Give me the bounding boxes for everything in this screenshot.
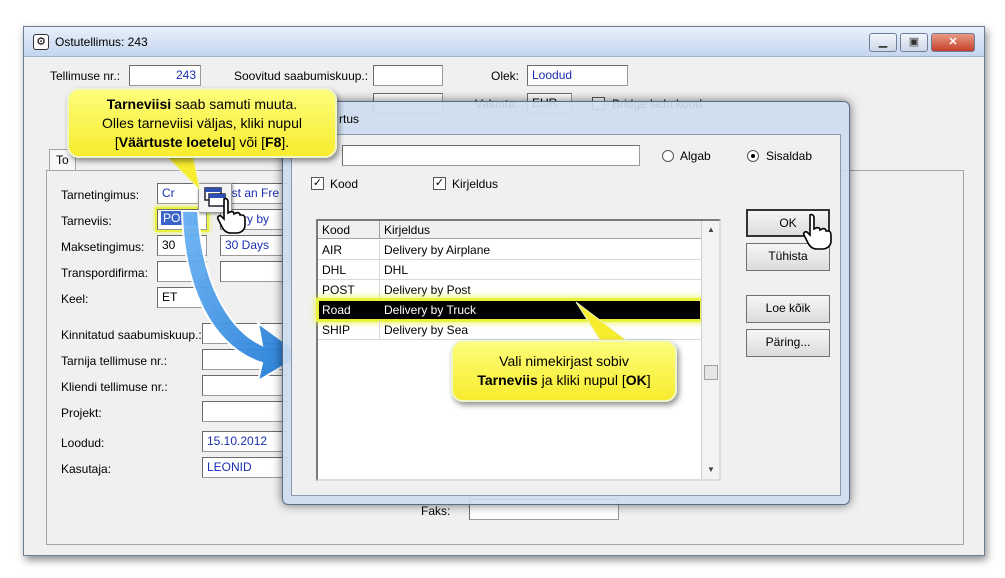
row-code: DHL <box>322 263 347 277</box>
fax-label: Faks: <box>421 504 451 518</box>
title-bar: ⚙ Ostutellimus: 243 ▁ ▣ ✕ <box>24 27 984 57</box>
radio-starts-label: Algab <box>680 149 711 163</box>
delivery-terms-label: Tarnetingimus: <box>61 188 140 202</box>
created-label: Loodud: <box>61 436 105 450</box>
list-scrollbar[interactable]: ▲ ▼ <box>701 221 719 479</box>
delivery-method-label: Tarneviis: <box>61 214 112 228</box>
hand-cursor-ok-icon <box>802 213 832 250</box>
maximize-button[interactable]: ▣ <box>900 33 928 52</box>
row-code: AIR <box>322 243 343 257</box>
payment-terms-label: Maksetingimus: <box>61 240 145 254</box>
window-title: Ostutellimus: 243 <box>55 35 148 49</box>
list-row-ship[interactable]: SHIP Delivery by Sea <box>318 320 701 340</box>
agreed-arrival-label: Soovitud saabumiskuup.: <box>234 69 369 83</box>
row-code: SHIP <box>322 323 351 337</box>
dialog-search-input[interactable] <box>342 145 640 166</box>
callout-top-line2: Olles tarneviisi väljas, kliki nupul <box>102 115 302 131</box>
language-label: Keel: <box>61 292 89 306</box>
customer-order-label: Kliendi tellimuse nr.: <box>61 380 168 394</box>
row-code: Road <box>322 303 351 317</box>
callout-top-line1: Tarneviisi saab samuti muuta. <box>106 96 298 112</box>
status-label: Olek: <box>491 69 520 83</box>
app-icon: ⚙ <box>33 34 49 50</box>
list-header: Kood Kirjeldus <box>318 221 701 239</box>
scroll-thumb[interactable] <box>704 365 718 380</box>
hand-cursor-icon <box>216 197 246 234</box>
dialog-title: rtus <box>339 112 360 126</box>
list-row-post[interactable]: POST Delivery by Post <box>318 280 701 300</box>
callout-bottom-pointer <box>575 301 628 341</box>
user-field: LEONID <box>202 457 287 478</box>
dialog-body: Algab Sisaldab ✓ Kood ✓ Kirjeldus Kood K… <box>291 134 841 496</box>
order-no-label: Tellimuse nr.: <box>50 69 121 83</box>
created-field: 15.10.2012 <box>202 431 287 452</box>
list-row-air[interactable]: AIR Delivery by Airplane <box>318 240 701 260</box>
row-code: POST <box>322 283 355 297</box>
project-field[interactable] <box>202 401 287 422</box>
status-field: Loodud <box>527 65 628 86</box>
minimize-button[interactable]: ▁ <box>869 33 897 52</box>
project-label: Projekt: <box>61 406 102 420</box>
callout-bottom: Vali nimekirjast sobiv Tarneviis ja klik… <box>451 340 677 402</box>
supplier-order-label: Tarnija tellimuse nr.: <box>61 354 168 368</box>
scroll-up-icon[interactable]: ▲ <box>702 221 720 238</box>
scroll-down-icon[interactable]: ▼ <box>702 461 720 478</box>
row-desc: Delivery by Sea <box>384 323 469 337</box>
radio-starts[interactable] <box>662 150 674 162</box>
callout-bottom-line1: Vali nimekirjast sobiv <box>499 353 629 369</box>
radio-contains[interactable] <box>747 150 759 162</box>
check-desc-label: Kirjeldus <box>452 177 499 191</box>
column-code[interactable]: Kood <box>318 221 380 239</box>
order-no-field[interactable]: 243 <box>129 65 201 86</box>
callout-top: Tarneviisi saab samuti muuta. Olles tarn… <box>67 88 337 158</box>
check-desc[interactable]: ✓ <box>433 177 446 190</box>
column-desc[interactable]: Kirjeldus <box>380 221 701 239</box>
user-label: Kasutaja: <box>61 462 112 476</box>
list-row-dhl[interactable]: DHL DHL <box>318 260 701 280</box>
transport-label: Transpordifirma: <box>61 266 148 280</box>
load-all-button[interactable]: Loe kõik <box>746 295 830 323</box>
row-desc: Delivery by Post <box>384 283 471 297</box>
check-code[interactable]: ✓ <box>311 177 324 190</box>
agreed-arrival-field[interactable] <box>373 65 443 86</box>
row-desc: Delivery by Airplane <box>384 243 491 257</box>
radio-contains-label: Sisaldab <box>766 149 813 163</box>
value-list-dialog: rtus Algab Sisaldab ✓ Kood ✓ Kirjeldus K… <box>282 101 850 505</box>
close-button[interactable]: ✕ <box>931 33 975 52</box>
callout-top-line3: [Väärtuste loetelu] või [F8]. <box>114 134 290 150</box>
check-code-label: Kood <box>330 177 359 191</box>
row-desc: DHL <box>384 263 409 277</box>
query-button[interactable]: Päring... <box>746 329 830 357</box>
callout-bottom-line2: Tarneviis ja kliki nupul [OK] <box>477 372 651 388</box>
row-desc: Delivery by Truck <box>384 303 477 317</box>
list-row-road-selected[interactable]: Road Delivery by Truck <box>316 298 703 322</box>
